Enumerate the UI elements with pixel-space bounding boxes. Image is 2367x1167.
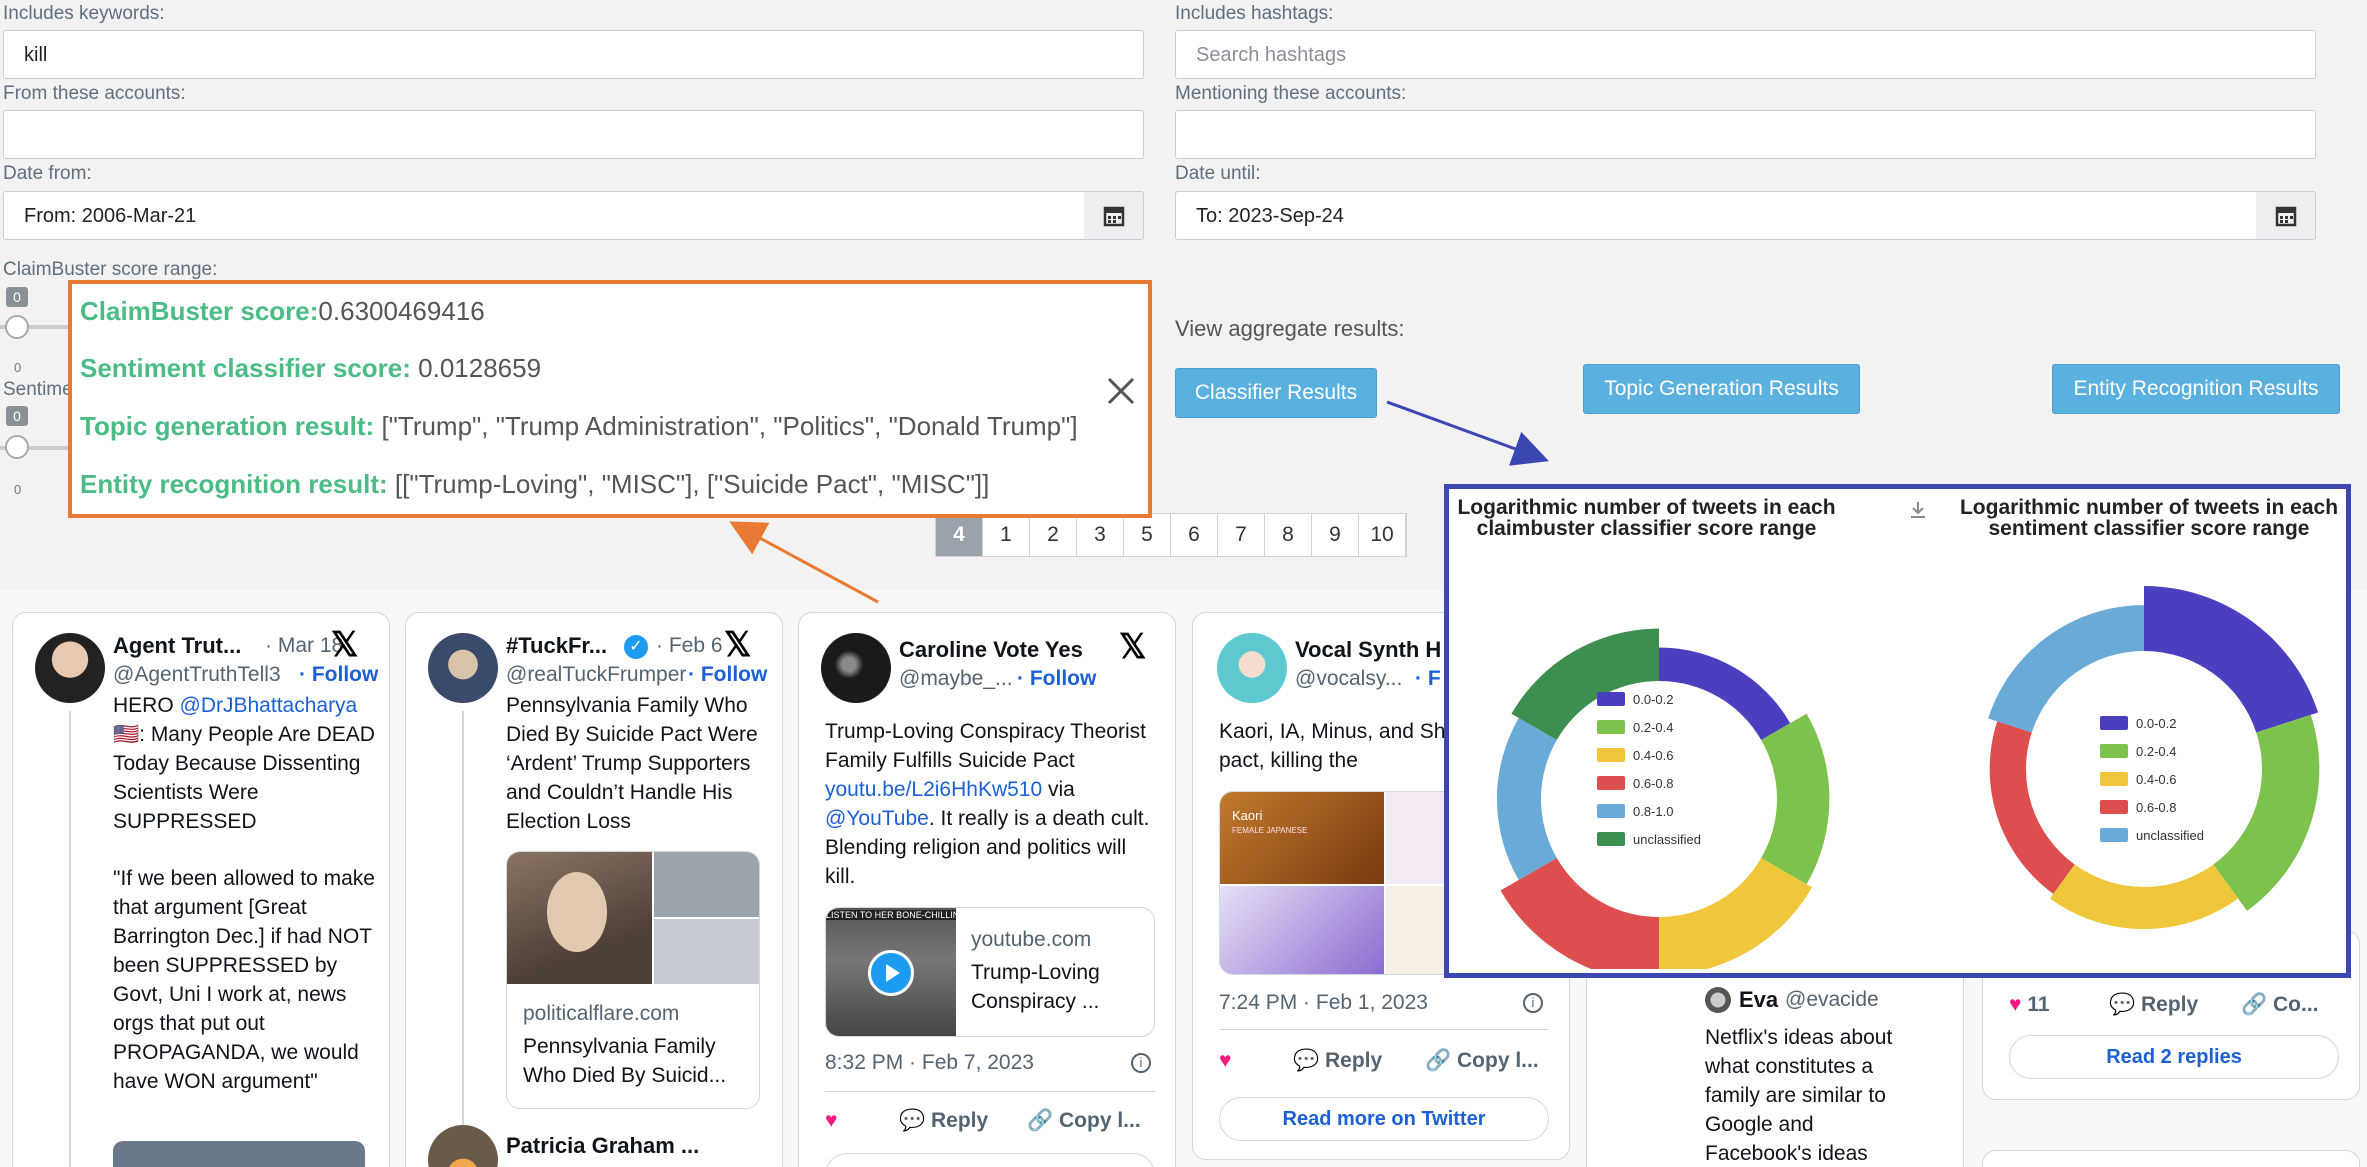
legend-item[interactable]: 0.2-0.4	[2100, 737, 2204, 765]
legend-item[interactable]: 0.4-0.6	[1597, 741, 1701, 769]
donut-segment-0.2-0.4[interactable]	[2213, 714, 2320, 911]
donut-segment-0.6-0.8[interactable]	[1989, 721, 2075, 894]
legend-swatch	[1597, 748, 1625, 762]
chart-legend: 0.0-0.2 0.2-0.4 0.4-0.6 0.6-0.8 unclassified	[2100, 709, 2204, 849]
legend-swatch	[2100, 828, 2128, 842]
legend-label: 0.2-0.4	[1633, 719, 1674, 735]
legend-item[interactable]: 0.6-0.8	[1597, 769, 1701, 797]
legend-label: 0.4-0.6	[1633, 747, 1674, 763]
aggregate-charts-panel: Logarithmic number of tweets in each cla…	[1444, 484, 2351, 978]
legend-swatch	[1597, 832, 1625, 846]
chart-title: Logarithmic number of tweets in each cla…	[1457, 496, 1836, 540]
legend-swatch	[2100, 800, 2128, 814]
download-icon[interactable]	[1907, 499, 1929, 521]
legend-item[interactable]: unclassified	[1597, 825, 1701, 853]
legend-label: 0.6-0.8	[1633, 775, 1674, 791]
legend-label: 0.2-0.4	[2136, 743, 2177, 759]
legend-item[interactable]: 0.0-0.2	[2100, 709, 2204, 737]
legend-item[interactable]: unclassified	[2100, 821, 2204, 849]
legend-item[interactable]: 0.6-0.8	[2100, 793, 2204, 821]
legend-swatch	[1597, 804, 1625, 818]
legend-item[interactable]: 0.4-0.6	[2100, 765, 2204, 793]
legend-item[interactable]: 0.2-0.4	[1597, 713, 1701, 741]
donut-segment-0.2-0.4[interactable]	[1761, 713, 1830, 885]
legend-swatch	[2100, 744, 2128, 758]
donut-segment-0.4-0.6[interactable]	[2049, 864, 2239, 930]
legend-swatch	[2100, 716, 2128, 730]
legend-swatch	[1597, 720, 1625, 734]
legend-label: unclassified	[1633, 831, 1701, 847]
legend-swatch	[1597, 692, 1625, 706]
chart-title: Logarithmic number of tweets in each sen…	[1959, 496, 2339, 540]
legend-label: 0.4-0.6	[2136, 771, 2177, 787]
legend-label: 0.8-1.0	[1633, 803, 1674, 819]
legend-item[interactable]: 0.8-1.0	[1597, 797, 1701, 825]
legend-label: 0.0-0.2	[2136, 715, 2177, 731]
legend-label: unclassified	[2136, 827, 2204, 843]
legend-swatch	[2100, 772, 2128, 786]
chart-legend: 0.0-0.2 0.2-0.4 0.4-0.6 0.6-0.8 0.8-1.0 uncla…	[1597, 685, 1701, 853]
legend-swatch	[1597, 776, 1625, 790]
legend-label: 0.0-0.2	[1633, 691, 1674, 707]
donut-segment-0.8-1.0[interactable]	[1496, 717, 1557, 881]
legend-item[interactable]: 0.0-0.2	[1597, 685, 1701, 713]
legend-label: 0.6-0.8	[2136, 799, 2177, 815]
donut-segment-0.4-0.6[interactable]	[1659, 858, 1813, 969]
